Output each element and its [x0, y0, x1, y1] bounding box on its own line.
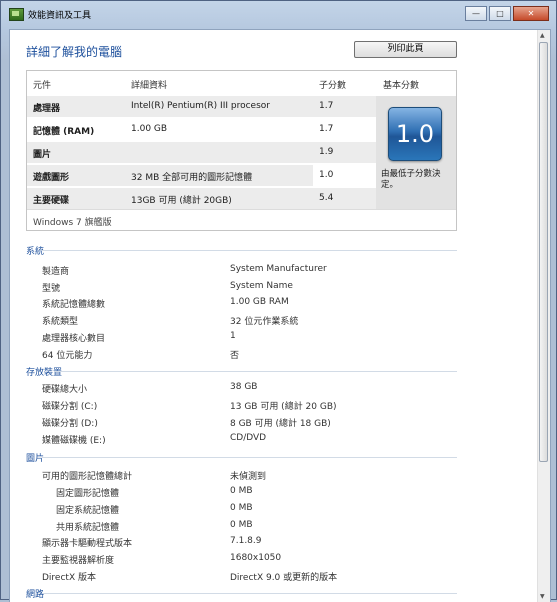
- component-details: 13GB 可用 (總計 20GB): [131, 196, 232, 206]
- score-row-gaming-graphics: 遊戲圖形 32 MB 全部可用的圖形記憶體 1.0: [27, 165, 376, 186]
- component-name: 主要硬碟: [33, 196, 70, 206]
- detail-value: 0 MB: [230, 520, 253, 530]
- component-name: 圖片: [33, 150, 52, 160]
- detail-value: System Manufacturer: [230, 264, 327, 274]
- component-subscore: 1.7: [319, 101, 334, 111]
- detail-label: DirectX 版本: [42, 573, 96, 583]
- close-icon: ✕: [527, 9, 535, 18]
- score-row-processor: 處理器 Intel(R) Pentium(R) III procesor 1.7: [27, 96, 376, 117]
- score-row-graphics: 圖片 1.9: [27, 142, 376, 163]
- scroll-down-icon[interactable]: ▼: [540, 593, 545, 600]
- detail-value: System Name: [230, 281, 293, 291]
- detail-label: 顯示器卡驅動程式版本: [42, 539, 133, 549]
- detail-label: 型號: [42, 284, 61, 294]
- close-button[interactable]: ✕: [513, 6, 549, 21]
- component-name: 遊戲圖形: [33, 173, 70, 183]
- component-details: 1.00 GB: [131, 124, 168, 134]
- base-score-note: 由最低子分數決定。: [381, 169, 441, 190]
- detail-value: 32 位元作業系統: [230, 317, 299, 327]
- detail-value: 38 GB: [230, 382, 258, 392]
- component-name: 處理器: [33, 104, 61, 114]
- detail-label: 可用的圖形記憶體總計: [42, 472, 133, 482]
- column-header-subscore: 子分數: [319, 81, 347, 91]
- component-subscore: 1.9: [319, 147, 334, 157]
- detail-label: 共用系統記憶體: [56, 523, 120, 533]
- content-area[interactable]: 詳細了解我的電腦 列印此頁 元件 詳細資料 子分數 基本分數 處理器 Intel…: [9, 29, 551, 602]
- section-divider: [42, 457, 457, 458]
- score-table: 元件 詳細資料 子分數 基本分數 處理器 Intel(R) Pentium(R)…: [26, 70, 457, 231]
- score-row-primary-disk: 主要硬碟 13GB 可用 (總計 20GB) 5.4: [27, 188, 376, 209]
- scroll-thumb[interactable]: [539, 42, 548, 462]
- performance-app-icon: [9, 8, 24, 21]
- detail-label: 64 位元能力: [42, 351, 93, 361]
- detail-label: 製造商: [42, 267, 70, 277]
- detail-label: 媒體磁碟機 (E:): [42, 436, 106, 446]
- component-subscore: 1.0: [319, 170, 334, 180]
- section-divider: [54, 371, 457, 372]
- component-subscore: 5.4: [319, 193, 334, 203]
- scroll-up-icon[interactable]: ▲: [540, 32, 545, 39]
- component-name: 記憶體 (RAM): [33, 127, 95, 137]
- detail-value: 13 GB 可用 (總計 20 GB): [230, 402, 337, 412]
- component-details: Intel(R) Pentium(R) III procesor: [131, 101, 270, 111]
- detail-label: 處理器核心數目: [42, 334, 106, 344]
- detail-value: 否: [230, 351, 240, 361]
- page-title: 詳細了解我的電腦: [26, 45, 123, 59]
- minimize-icon: —: [472, 9, 480, 18]
- windows-edition: Windows 7 旗艦版: [33, 218, 112, 228]
- base-score-cell: 1.0 由最低子分數決定。: [376, 96, 456, 209]
- column-header-component: 元件: [33, 81, 52, 91]
- maximize-icon: □: [496, 9, 504, 18]
- base-score-badge: 1.0: [388, 107, 442, 161]
- section-divider: [42, 250, 457, 251]
- detail-value: DirectX 9.0 或更新的版本: [230, 573, 338, 583]
- title-bar[interactable]: 效能資訊及工具 — □ ✕: [1, 1, 556, 27]
- section-divider: [42, 593, 457, 594]
- print-button[interactable]: 列印此頁: [354, 41, 457, 58]
- detail-value: 0 MB: [230, 486, 253, 496]
- performance-tools-window: 效能資訊及工具 — □ ✕ 詳細了解我的電腦 列印此頁 元件 詳細資料 子分數 …: [0, 0, 557, 602]
- detail-value: 1: [230, 331, 236, 341]
- score-row-memory: 記憶體 (RAM) 1.00 GB 1.7: [27, 119, 376, 140]
- detail-label: 主要監視器解析度: [42, 556, 115, 566]
- detail-value: 未偵測到: [230, 472, 267, 482]
- detail-label: 硬碟總大小: [42, 385, 88, 395]
- caption-buttons: — □ ✕: [465, 6, 549, 21]
- detail-value: 0 MB: [230, 503, 253, 513]
- minimize-button[interactable]: —: [465, 6, 487, 21]
- detail-label: 固定圖形記憶體: [56, 489, 120, 499]
- detail-label: 磁碟分割 (D:): [42, 419, 98, 429]
- component-details: 32 MB 全部可用的圖形記憶體: [131, 173, 253, 183]
- detail-value: 8 GB 可用 (總計 18 GB): [230, 419, 331, 429]
- detail-label: 固定系統記憶體: [56, 506, 120, 516]
- detail-value: CD/DVD: [230, 433, 267, 443]
- column-header-details: 詳細資料: [131, 81, 168, 91]
- detail-label: 磁碟分割 (C:): [42, 402, 98, 412]
- vertical-scrollbar[interactable]: ▲ ▼: [537, 30, 550, 602]
- window-title: 效能資訊及工具: [28, 11, 92, 21]
- component-subscore: 1.7: [319, 124, 334, 134]
- maximize-button[interactable]: □: [489, 6, 511, 21]
- column-header-base-score: 基本分數: [383, 81, 420, 91]
- detail-label: 系統類型: [42, 317, 79, 327]
- detail-value: 7.1.8.9: [230, 536, 262, 546]
- detail-value: 1.00 GB RAM: [230, 297, 289, 307]
- windows-edition-row: Windows 7 旗艦版: [27, 209, 456, 231]
- detail-value: 1680x1050: [230, 553, 282, 563]
- detail-label: 系統記憶體總數: [42, 300, 106, 310]
